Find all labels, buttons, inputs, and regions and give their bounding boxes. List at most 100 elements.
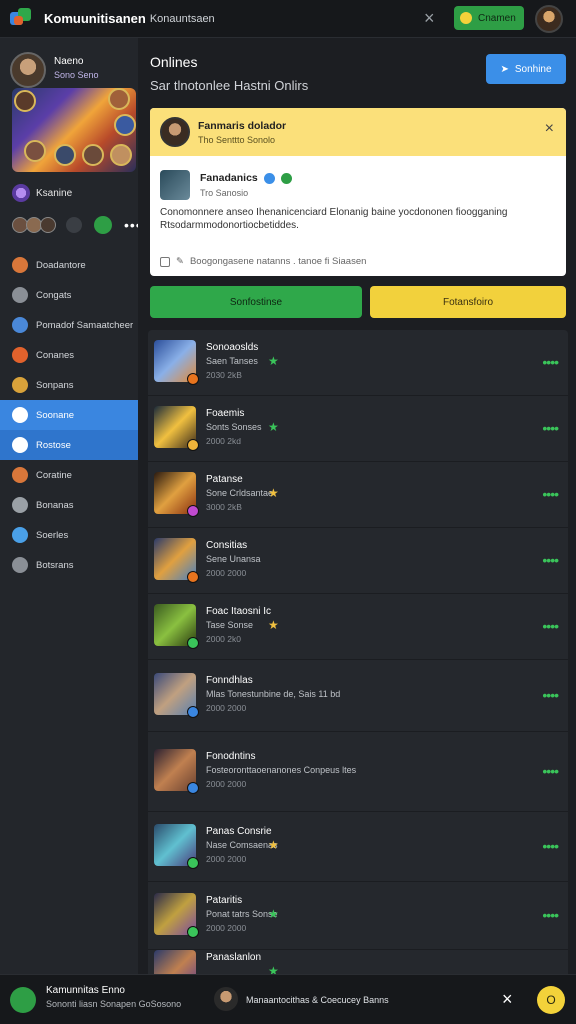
game-meta: 2000 2k0	[206, 634, 241, 644]
game-title: Sonoaoslds	[206, 342, 259, 353]
list-item[interactable]: Pataritis Ponat tatrs Sonse 2000 2000 ★ ••••	[148, 882, 568, 950]
list-item[interactable]: Panas Consrie Nase Comsaenas 2000 2000 ★ •••…	[148, 812, 568, 882]
sidebar-item-icon	[12, 257, 28, 273]
post-body: Conomonnere anseo Ihenanicenciard Elonan…	[160, 207, 508, 231]
list-item[interactable]: Fonndhlas Mlas Tonestunbine de, Sais 11 b…	[148, 660, 568, 732]
game-thumbnail[interactable]	[154, 340, 199, 385]
game-thumbnail[interactable]	[154, 472, 199, 517]
list-item[interactable]: Foac Itaosni Ic Tase Sonse 2000 2k0 ★ ••••	[148, 594, 568, 660]
send-icon: ➤	[500, 63, 509, 75]
more-options-icon[interactable]: ••••	[542, 552, 559, 568]
game-thumbnail[interactable]	[154, 673, 199, 718]
sidebar-item-label: Congats	[36, 289, 72, 301]
coins-button[interactable]: Cnamen	[454, 6, 524, 30]
bottom-avatar[interactable]	[214, 987, 238, 1011]
sidebar-item-icon	[12, 497, 28, 513]
more-options-icon[interactable]: ••••	[542, 907, 559, 923]
more-options-icon[interactable]: ••••	[542, 763, 559, 779]
game-meta: 2000 2kd	[206, 436, 241, 446]
sidebar-item-label: Coratine	[36, 469, 72, 481]
sidebar-item[interactable]: Soerles	[0, 520, 138, 550]
game-meta: 2000 2000	[206, 923, 247, 933]
list-item[interactable]: Patanse Sone Crldsantae 3000 2kB ★ ••••	[148, 462, 568, 528]
tools-icon[interactable]: ×	[502, 989, 513, 1010]
friend-avatar[interactable]	[66, 217, 82, 233]
status-badge-icon	[187, 706, 199, 718]
game-title: Consitias	[206, 540, 248, 551]
bottom-center-text: Manaantocithas & Coecucey Banns	[246, 995, 389, 1005]
secondary-action-button[interactable]: Fotansfoiro	[370, 286, 566, 318]
close-icon[interactable]: ×	[424, 8, 435, 29]
status-badge-icon	[187, 782, 199, 794]
status-badge-icon	[187, 373, 199, 385]
edit-icon[interactable]: ✎	[176, 256, 184, 267]
games-section[interactable]: Ksanine	[12, 184, 72, 202]
primary-action-button[interactable]: Sonfostinse	[150, 286, 362, 318]
sidebar-item[interactable]: Botsrans	[0, 550, 138, 580]
games-label: Ksanine	[36, 187, 73, 199]
sidebar-item[interactable]: Doadantore	[0, 250, 138, 280]
sidebar-item[interactable]: Bonanas	[0, 490, 138, 520]
star-icon: ★	[268, 964, 279, 974]
community-icon[interactable]	[10, 987, 36, 1013]
star-icon: ★	[268, 907, 279, 921]
sidebar-item-icon	[12, 377, 28, 393]
sidebar-item-icon	[12, 467, 28, 483]
game-thumbnail[interactable]	[154, 538, 199, 583]
game-title: Panas Consrie	[206, 826, 272, 837]
page-title: Onlines	[150, 54, 198, 70]
more-options-icon[interactable]: ••••	[542, 838, 559, 854]
notification-card: Fanmaris dolador Tho Senttto Sonolo × Fa…	[150, 108, 566, 276]
add-friend-icon[interactable]	[94, 216, 112, 234]
sidebar-item[interactable]: Coratine	[0, 460, 138, 490]
more-options-icon[interactable]: ••••	[542, 354, 559, 370]
more-options-icon[interactable]: ••••	[542, 420, 559, 436]
game-thumbnail[interactable]	[154, 950, 196, 974]
coin-button[interactable]: O	[537, 986, 565, 1014]
list-item[interactable]: Foaemis Sonts Sonses 2000 2kd ★ ••••	[148, 396, 568, 462]
post-time: Tro Sanosio	[200, 188, 249, 198]
friend-avatar[interactable]	[40, 217, 56, 233]
sidebar-item-label: Botsrans	[36, 559, 74, 571]
share-button[interactable]: ➤ Sonhine	[486, 54, 566, 84]
list-item[interactable]: Panaslanlon ★	[148, 950, 568, 974]
game-thumbnail[interactable]	[154, 824, 199, 869]
sidebar-item-label: Conanes	[36, 349, 75, 361]
status-badge-icon	[187, 439, 199, 451]
list-item[interactable]: Consitias Sene Unansa 2000 2000 ••••	[148, 528, 568, 594]
game-thumbnail[interactable]	[154, 893, 199, 938]
user-avatar[interactable]	[535, 5, 563, 33]
star-icon: ★	[268, 354, 279, 368]
sidebar-item[interactable]: Congats	[0, 280, 138, 310]
star-icon: ★	[268, 618, 279, 632]
game-list: Sonoaoslds Saen Tanses 2030 2kB ★ •••• Foaemi…	[148, 330, 568, 974]
list-item[interactable]: Fonodntins Fosteoronttaoenanones Conpeus …	[148, 732, 568, 812]
comment-icon[interactable]	[160, 256, 170, 267]
card-avatar	[160, 117, 190, 147]
sidebar-item-icon	[12, 437, 28, 453]
game-thumbnail[interactable]	[154, 604, 199, 649]
more-options-icon[interactable]: ••••	[542, 486, 559, 502]
sidebar-item[interactable]: Conanes	[0, 340, 138, 370]
list-item[interactable]: Sonoaoslds Saen Tanses 2030 2kB ★ ••••	[148, 330, 568, 396]
sidebar-item[interactable]: Sonpans	[0, 370, 138, 400]
close-icon[interactable]: ×	[545, 120, 554, 138]
game-title: Patanse	[206, 474, 243, 485]
sidebar-item-label: Rostose	[36, 439, 71, 451]
sidebar-item-icon	[12, 317, 28, 333]
more-options-icon[interactable]: ••••	[542, 687, 559, 703]
sidebar-item[interactable]: Pomadof Samaatcheer	[0, 310, 138, 340]
game-thumbnail[interactable]	[154, 406, 199, 451]
profile-avatar	[10, 52, 46, 88]
more-options-icon[interactable]: ••••	[542, 618, 559, 634]
sidebar-item[interactable]: Rostose	[0, 430, 138, 460]
share-button-label: Sonhine	[514, 63, 552, 75]
game-thumbnail[interactable]	[154, 749, 199, 794]
sidebar-item[interactable]: Soonane	[0, 400, 138, 430]
featured-game-art[interactable]	[12, 88, 136, 172]
game-title: Foaemis	[206, 408, 245, 419]
games-icon	[12, 184, 30, 202]
post-author: Fanadanics	[200, 172, 292, 184]
profile[interactable]: Naeno Sono Seno	[10, 52, 99, 88]
game-subtitle: Sene Unansa	[206, 554, 261, 564]
